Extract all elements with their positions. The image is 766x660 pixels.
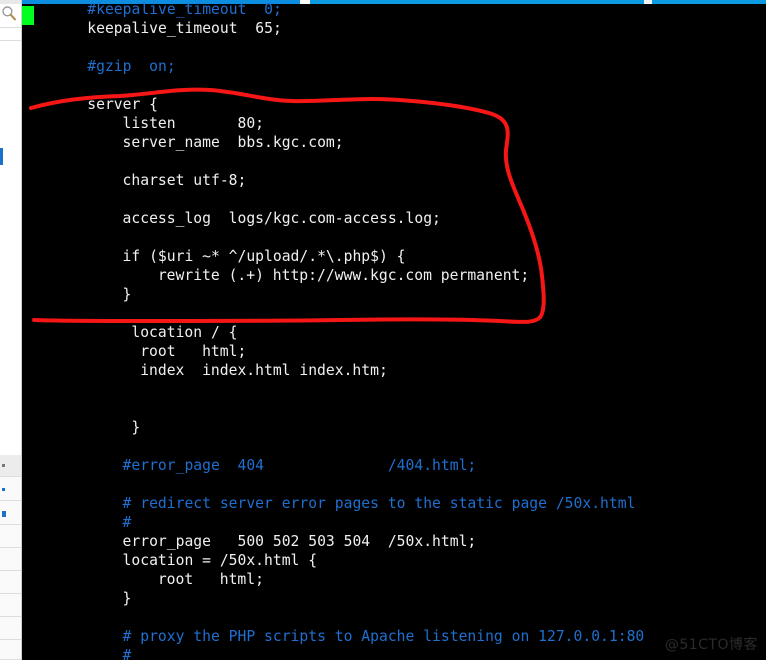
code-comment: # proxy the PHP scripts to Apache listen… — [122, 628, 645, 645]
chrome-list-row[interactable] — [0, 455, 21, 477]
code-text: if ($uri ~* ^/upload/.*\.php$) { — [122, 248, 406, 265]
code-comment: # — [122, 514, 132, 531]
code-text: } — [122, 286, 132, 303]
watermark: @51CTO博客 — [664, 637, 758, 653]
code-text: rewrite (.+) http://www.kgc.com permanen… — [157, 267, 530, 284]
code-line: location = /50x.html { — [22, 551, 766, 570]
code-comment: #keepalive_timeout 0; — [87, 1, 282, 18]
code-line: #keepalive_timeout 0; — [22, 0, 766, 19]
code-text: error_page 500 502 503 504 /50x.html; — [122, 533, 477, 550]
code-text: listen 80; — [122, 115, 265, 132]
code-text: index index.html index.htm; — [140, 362, 388, 379]
chrome-list-row[interactable] — [0, 477, 21, 501]
code-comment: #error_page 404 /404.html; — [122, 457, 477, 474]
code-line: access_log logs/kgc.com-access.log; — [22, 209, 766, 228]
chrome-row-dot — [2, 511, 6, 517]
chrome-divider — [0, 40, 21, 41]
chrome-list-row[interactable] — [0, 525, 21, 548]
code-line: server_name bbs.kgc.com; — [22, 133, 766, 152]
code-line: # redirect server error pages to the sta… — [22, 494, 766, 513]
code-line: if ($uri ~* ^/upload/.*\.php$) { — [22, 247, 766, 266]
screenshot-root: #keepalive_timeout 0; keepalive_timeout 6… — [0, 0, 766, 660]
chrome-list-row[interactable] — [0, 501, 21, 525]
code-text: charset utf-8; — [122, 172, 247, 189]
code-line: } — [22, 418, 766, 437]
code-text: root html; — [157, 571, 264, 588]
code-line: } — [22, 589, 766, 608]
code-line: error_page 500 502 503 504 /50x.html; — [22, 532, 766, 551]
chrome-list-row[interactable] — [0, 571, 21, 594]
chrome-row-dot — [2, 488, 5, 491]
code-line: # — [22, 513, 766, 532]
code-text: location = /50x.html { — [122, 552, 318, 569]
chrome-list-row[interactable] — [0, 594, 21, 617]
code-text: server { — [87, 96, 159, 113]
chrome-active-indicator — [0, 148, 3, 165]
code-line: keepalive_timeout 65; — [22, 19, 766, 38]
code-line: location / { — [22, 323, 766, 342]
terminal-window[interactable]: #keepalive_timeout 0; keepalive_timeout 6… — [22, 0, 766, 660]
code-text: } — [122, 590, 132, 607]
chrome-list-row[interactable] — [0, 640, 21, 660]
code-comment: #gzip on; — [87, 58, 176, 75]
code-text: root html; — [140, 343, 247, 360]
config-file-content[interactable]: #keepalive_timeout 0; keepalive_timeout 6… — [22, 0, 766, 660]
code-line: } — [22, 285, 766, 304]
code-text: keepalive_timeout 65; — [87, 20, 282, 37]
code-line: root html; — [22, 342, 766, 361]
code-line: # proxy the PHP scripts to Apache listen… — [22, 627, 766, 646]
chrome-list-row[interactable] — [0, 548, 21, 571]
code-line: server { — [22, 95, 766, 114]
chrome-list-row[interactable] — [0, 617, 21, 640]
code-line: listen 80; — [22, 114, 766, 133]
code-text: access_log logs/kgc.com-access.log; — [122, 210, 441, 227]
code-line: rewrite (.+) http://www.kgc.com permanen… — [22, 266, 766, 285]
search-icon[interactable] — [1, 5, 17, 21]
code-line: charset utf-8; — [22, 171, 766, 190]
chrome-top-line — [0, 0, 21, 4]
code-line: #gzip on; — [22, 57, 766, 76]
code-comment: # redirect server error pages to the sta… — [122, 495, 636, 512]
left-chrome-strip — [0, 0, 22, 660]
code-line: # — [22, 646, 766, 660]
code-text: location / { — [131, 324, 238, 341]
chrome-row-dot — [2, 464, 5, 467]
code-line: #error_page 404 /404.html; — [22, 456, 766, 475]
code-line: index index.html index.htm; — [22, 361, 766, 380]
code-comment: # — [122, 647, 132, 660]
code-line: root html; — [22, 570, 766, 589]
code-text: } — [131, 419, 141, 436]
code-text: server_name bbs.kgc.com; — [122, 134, 344, 151]
chrome-divider — [0, 27, 21, 28]
